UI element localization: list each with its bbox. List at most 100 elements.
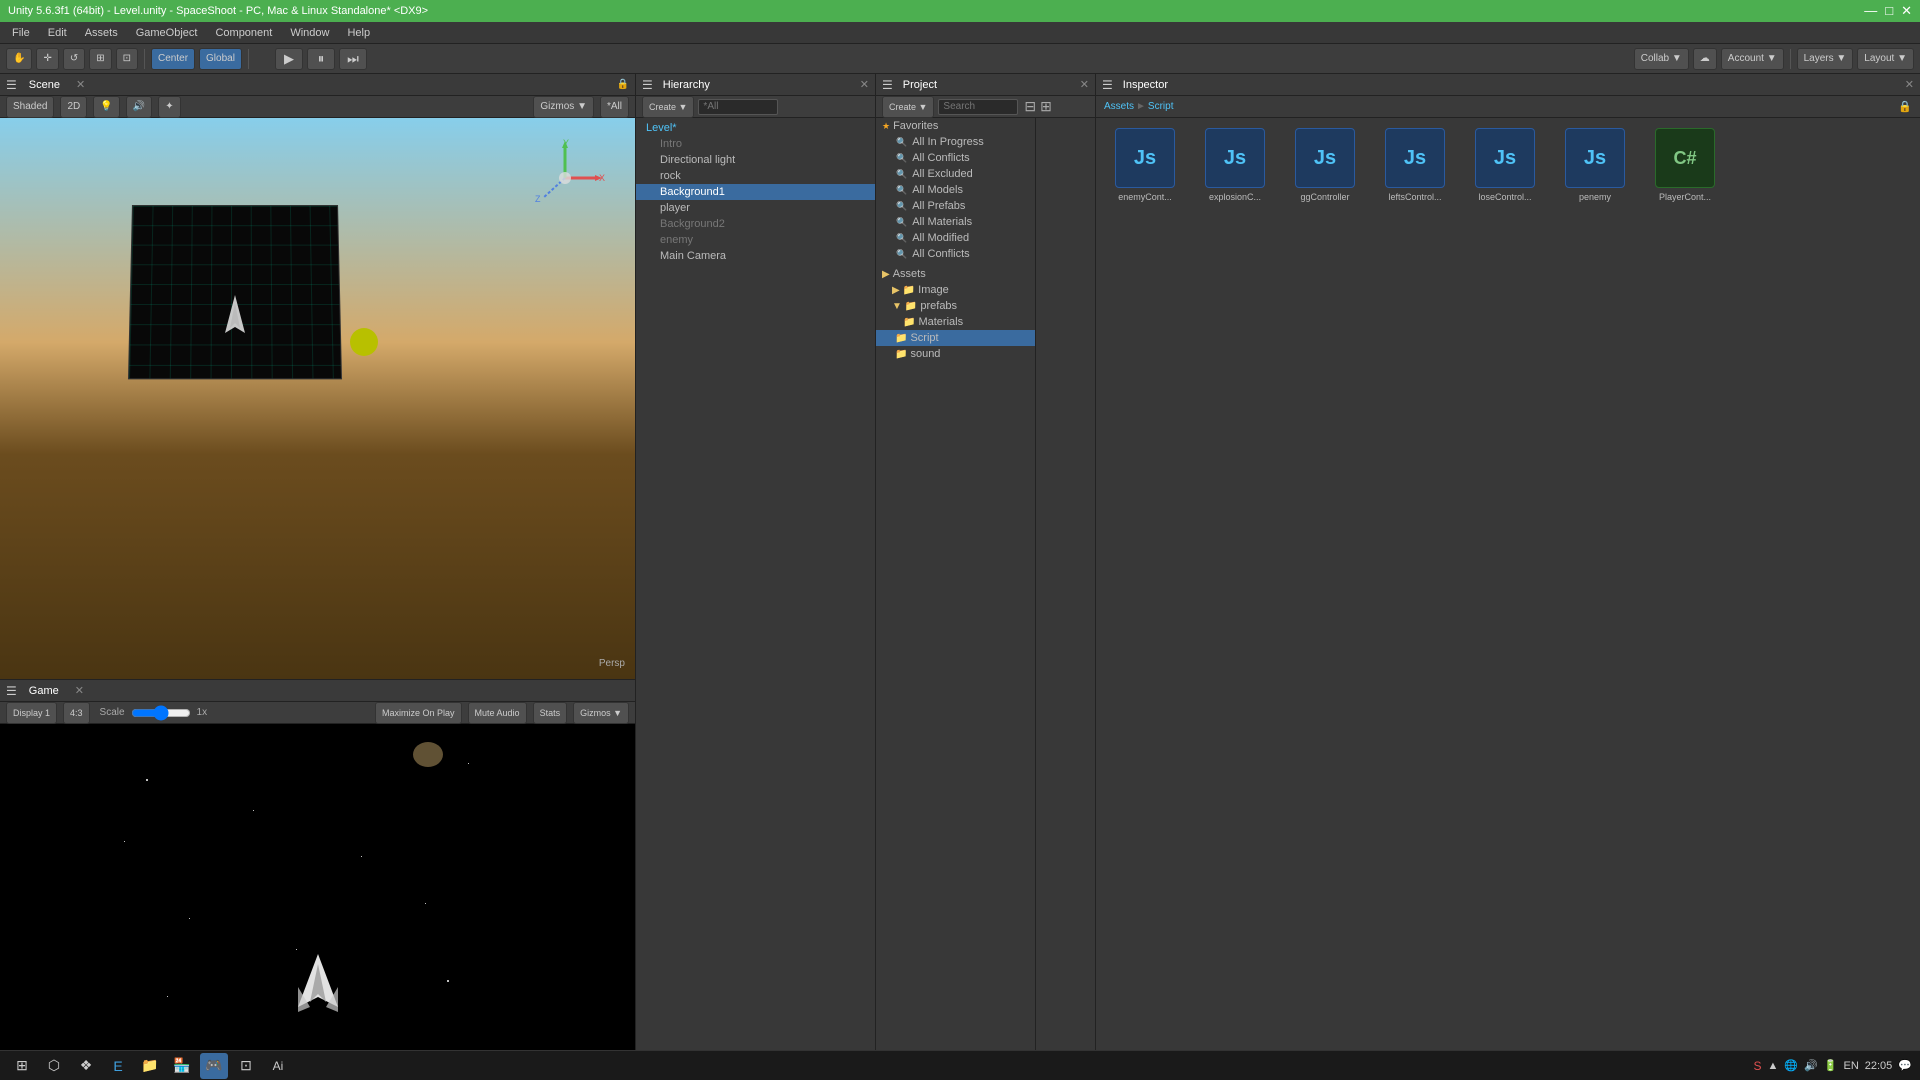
script-item-5[interactable]: penemy <box>1550 122 1640 1046</box>
pause-button[interactable]: ⏸ <box>307 48 335 70</box>
hierarchy-item-1[interactable]: Intro <box>636 136 875 152</box>
unity-button[interactable]: 🎮 <box>200 1053 228 1079</box>
inspector-close[interactable]: ✕ <box>1905 78 1914 91</box>
pivot-space-btn[interactable]: Global <box>199 48 242 70</box>
breadcrumb-script[interactable]: Script <box>1148 101 1174 112</box>
menu-edit[interactable]: Edit <box>40 25 75 41</box>
tray-volume[interactable]: 🔊 <box>1804 1059 1818 1072</box>
asset-folder-3[interactable]: 📁Script <box>876 330 1035 346</box>
transform-hand[interactable]: ✋ <box>6 48 32 70</box>
search-button[interactable]: ⬡ <box>40 1053 68 1079</box>
fav-item-5[interactable]: 🔍All Materials <box>876 214 1035 230</box>
explorer-button[interactable]: 📁 <box>136 1053 164 1079</box>
pivot-mode-btn[interactable]: Center <box>151 48 195 70</box>
project-close[interactable]: ✕ <box>1080 78 1089 91</box>
start-button[interactable]: ⊞ <box>8 1053 36 1079</box>
script-item-3[interactable]: leftsControl... <box>1370 122 1460 1046</box>
stats-btn[interactable]: Stats <box>533 702 568 724</box>
scene-fx-btn[interactable]: ✦ <box>158 96 180 118</box>
edge-button[interactable]: E <box>104 1053 132 1079</box>
scene-audio-btn[interactable]: 🔊 <box>126 96 152 118</box>
fav-item-2[interactable]: 🔍All Excluded <box>876 166 1035 182</box>
asset-folder-2[interactable]: 📁Materials <box>876 314 1035 330</box>
asset-folder-4[interactable]: 📁sound <box>876 346 1035 362</box>
close-btn[interactable]: ✕ <box>1901 3 1912 19</box>
mute-audio-btn[interactable]: Mute Audio <box>468 702 527 724</box>
scene-viewport[interactable]: X Y Z Persp <box>0 118 635 679</box>
script-item-4[interactable]: loseControl... <box>1460 122 1550 1046</box>
project-list-view[interactable]: ⊟ <box>1024 98 1036 115</box>
all-layers-btn[interactable]: *All <box>600 96 629 118</box>
asset-folder-1[interactable]: ▼📁prefabs <box>876 298 1035 314</box>
inspector-tab[interactable]: Inspector <box>1117 77 1174 93</box>
menu-component[interactable]: Component <box>207 25 280 41</box>
minimize-btn[interactable]: — <box>1864 3 1877 19</box>
account-btn[interactable]: Account ▼ <box>1721 48 1784 70</box>
store-button[interactable]: 🏪 <box>168 1053 196 1079</box>
2d-btn[interactable]: 2D <box>60 96 87 118</box>
shaded-btn[interactable]: Shaded <box>6 96 54 118</box>
project-search[interactable] <box>938 99 1018 115</box>
scene-close[interactable]: ✕ <box>76 78 85 91</box>
menu-window[interactable]: Window <box>282 25 337 41</box>
hierarchy-search[interactable] <box>698 99 778 115</box>
assets-root[interactable]: ▶ Assets <box>876 266 1035 282</box>
title-bar-controls[interactable]: — □ ✕ <box>1864 3 1912 19</box>
asset-folder-0[interactable]: ▶📁Image <box>876 282 1035 298</box>
hierarchy-item-5[interactable]: player <box>636 200 875 216</box>
scale-slider[interactable] <box>131 708 191 718</box>
inspector-lock-icon[interactable]: 🔒 <box>1898 100 1912 113</box>
menu-help[interactable]: Help <box>339 25 378 41</box>
maximize-on-play-btn[interactable]: Maximize On Play <box>375 702 462 724</box>
hierarchy-item-4[interactable]: Background1 <box>636 184 875 200</box>
app-button[interactable]: ⊡ <box>232 1053 260 1079</box>
hierarchy-close[interactable]: ✕ <box>860 78 869 91</box>
fav-item-7[interactable]: 🔍All Conflicts <box>876 246 1035 262</box>
project-tab[interactable]: Project <box>897 77 943 93</box>
hierarchy-item-7[interactable]: enemy <box>636 232 875 248</box>
hierarchy-item-2[interactable]: Directional light <box>636 152 875 168</box>
menu-gameobject[interactable]: GameObject <box>128 25 206 41</box>
display-btn[interactable]: Display 1 <box>6 702 57 724</box>
script-item-0[interactable]: enemyCont... <box>1100 122 1190 1046</box>
fav-item-3[interactable]: 🔍All Models <box>876 182 1035 198</box>
play-button[interactable]: ▶ <box>275 48 303 70</box>
game-tab[interactable]: Game <box>23 683 65 699</box>
fav-item-0[interactable]: 🔍All In Progress <box>876 134 1035 150</box>
script-item-6[interactable]: PlayerCont... <box>1640 122 1730 1046</box>
tray-up-arrow[interactable]: ▲ <box>1767 1060 1778 1072</box>
hierarchy-item-6[interactable]: Background2 <box>636 216 875 232</box>
game-gizmos-btn[interactable]: Gizmos ▼ <box>573 702 629 724</box>
fav-item-4[interactable]: 🔍All Prefabs <box>876 198 1035 214</box>
hierarchy-tab[interactable]: Hierarchy <box>657 77 716 93</box>
hierarchy-item-0[interactable]: Level* <box>636 120 875 136</box>
menu-file[interactable]: File <box>4 25 38 41</box>
ai-text-button[interactable]: Ai <box>264 1053 292 1079</box>
project-grid-view[interactable]: ⊞ <box>1040 98 1052 115</box>
aspect-btn[interactable]: 4:3 <box>63 702 90 724</box>
maximize-btn[interactable]: □ <box>1885 3 1893 19</box>
cloud-btn[interactable]: ☁ <box>1693 48 1717 70</box>
menu-assets[interactable]: Assets <box>77 25 126 41</box>
scene-tab[interactable]: Scene <box>23 77 66 93</box>
fav-item-1[interactable]: 🔍All Conflicts <box>876 150 1035 166</box>
script-item-1[interactable]: explosionC... <box>1190 122 1280 1046</box>
game-viewport[interactable] <box>0 724 635 1050</box>
transform-scale[interactable]: ⊞ <box>89 48 111 70</box>
fav-item-6[interactable]: 🔍All Modified <box>876 230 1035 246</box>
task-view-button[interactable]: ❖ <box>72 1053 100 1079</box>
hierarchy-create-btn[interactable]: Create ▼ <box>642 96 694 118</box>
game-close[interactable]: ✕ <box>75 684 84 697</box>
transform-rect[interactable]: ⊡ <box>116 48 138 70</box>
transform-move[interactable]: ✛ <box>36 48 58 70</box>
transform-rotate[interactable]: ↺ <box>63 48 85 70</box>
favorites-header[interactable]: ★ Favorites <box>876 118 1035 134</box>
scene-lock[interactable]: 🔒 <box>617 79 629 90</box>
script-item-2[interactable]: ggController <box>1280 122 1370 1046</box>
gizmos-btn[interactable]: Gizmos ▼ <box>533 96 594 118</box>
collab-btn[interactable]: Collab ▼ <box>1634 48 1689 70</box>
hierarchy-item-3[interactable]: rock <box>636 168 875 184</box>
step-button[interactable]: ⏭ <box>339 48 367 70</box>
scene-light-btn[interactable]: 💡 <box>93 96 119 118</box>
layers-btn[interactable]: Layers ▼ <box>1797 48 1854 70</box>
